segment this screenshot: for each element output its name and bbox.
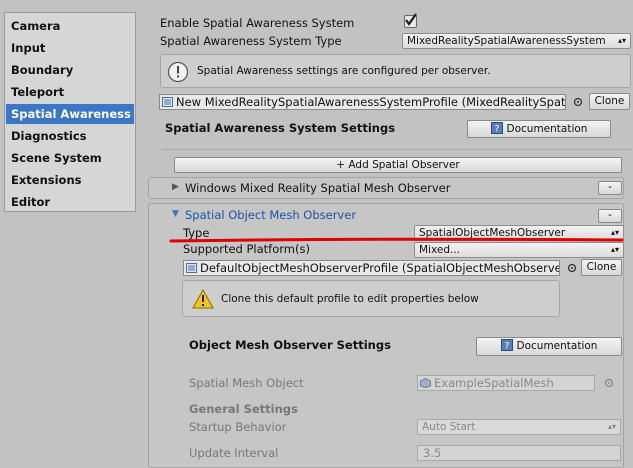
supported-platforms-label: Supported Platform(s) bbox=[183, 242, 310, 256]
sidebar-item-scene-system[interactable]: Scene System bbox=[6, 148, 134, 168]
documentation-icon: ? bbox=[500, 339, 513, 352]
system-settings-title: Spatial Awareness System Settings bbox=[165, 121, 396, 135]
svg-text:?: ? bbox=[504, 342, 509, 352]
system-type-dropdown[interactable]: MixedRealitySpatialAwarenessSystem ▴▾ bbox=[402, 33, 631, 49]
system-type-label: Spatial Awareness System Type bbox=[160, 34, 342, 48]
collapse-arrow-icon[interactable]: ▼ bbox=[172, 209, 179, 219]
inspector-panel: Enable Spatial Awareness System Spatial … bbox=[140, 8, 633, 468]
observer-documentation-button[interactable]: ? Documentation bbox=[476, 337, 622, 356]
system-profile-value: New MixedRealitySpatialAwarenessSystemPr… bbox=[176, 95, 566, 109]
update-interval-field[interactable]: 3.5 bbox=[417, 445, 621, 461]
observer-profile-clone-button[interactable]: Clone bbox=[581, 259, 622, 276]
remove-observer-button[interactable]: - bbox=[598, 181, 622, 195]
system-documentation-button[interactable]: ? Documentation bbox=[467, 120, 611, 138]
startup-behavior-value: Auto Start bbox=[422, 421, 476, 433]
profile-asset-icon bbox=[162, 97, 173, 107]
sidebar-item-editor[interactable]: Editor bbox=[6, 192, 134, 212]
sidebar-item-diagnostics[interactable]: Diagnostics bbox=[6, 126, 134, 146]
observer-name[interactable]: Spatial Object Mesh Observer bbox=[185, 208, 356, 222]
observer-section-collapsed: ▶ Windows Mixed Reality Spatial Mesh Obs… bbox=[148, 177, 624, 199]
startup-behavior-label: Startup Behavior bbox=[189, 420, 287, 434]
object-mesh-settings-title: Object Mesh Observer Settings bbox=[189, 338, 391, 352]
warning-helpbox: Clone this default profile to edit prope… bbox=[182, 280, 560, 317]
observer-profile-value: DefaultObjectMeshObserverProfile (Spatia… bbox=[200, 261, 560, 275]
warning-text: Clone this default profile to edit prope… bbox=[221, 293, 479, 305]
sidebar-item-teleport[interactable]: Teleport bbox=[6, 82, 134, 102]
divider bbox=[162, 149, 632, 150]
system-type-value: MixedRealitySpatialAwarenessSystem bbox=[407, 35, 606, 47]
expand-arrow-icon[interactable]: ▶ bbox=[172, 182, 179, 192]
info-text: Spatial Awareness settings are configure… bbox=[197, 65, 491, 77]
svg-text:?: ? bbox=[494, 125, 499, 135]
observer-section-expanded: ▼ Spatial Object Mesh Observer - Type Sp… bbox=[148, 203, 624, 468]
spatial-mesh-object-label: Spatial Mesh Object bbox=[189, 376, 304, 390]
object-picker-icon[interactable] bbox=[573, 97, 583, 107]
spatial-mesh-object-value: ExampleSpatialMesh bbox=[434, 376, 554, 390]
profile-asset-icon bbox=[186, 263, 197, 273]
info-icon bbox=[167, 61, 189, 83]
documentation-icon: ? bbox=[490, 122, 503, 135]
startup-behavior-dropdown[interactable]: Auto Start ▴▾ bbox=[417, 419, 621, 435]
enable-system-label: Enable Spatial Awareness System bbox=[160, 16, 355, 30]
object-picker-icon[interactable] bbox=[604, 378, 614, 388]
system-profile-field[interactable]: New MixedRealitySpatialAwarenessSystemPr… bbox=[159, 94, 566, 110]
enable-system-checkbox[interactable] bbox=[404, 13, 417, 28]
warning-icon bbox=[192, 289, 214, 309]
sidebar-item-boundary[interactable]: Boundary bbox=[6, 60, 134, 80]
observer-name[interactable]: Windows Mixed Reality Spatial Mesh Obser… bbox=[185, 181, 450, 195]
documentation-label: Documentation bbox=[516, 340, 598, 352]
sidebar-item-extensions[interactable]: Extensions bbox=[6, 170, 134, 190]
add-spatial-observer-button[interactable]: + Add Spatial Observer bbox=[174, 157, 622, 173]
dropdown-arrow-icon: ▴▾ bbox=[610, 245, 619, 254]
spatial-mesh-object-field[interactable]: ExampleSpatialMesh bbox=[417, 375, 595, 391]
update-interval-label: Update Interval bbox=[189, 446, 279, 460]
dropdown-arrow-icon: ▴▾ bbox=[617, 36, 626, 45]
annotation-underline bbox=[169, 237, 624, 243]
supported-platforms-value: Mixed... bbox=[419, 244, 461, 256]
remove-observer-button[interactable]: - bbox=[598, 209, 622, 223]
info-helpbox: Spatial Awareness settings are configure… bbox=[160, 54, 631, 88]
system-profile-clone-button[interactable]: Clone bbox=[589, 93, 630, 110]
sidebar-item-spatial-awareness[interactable]: Spatial Awareness bbox=[6, 104, 134, 124]
dropdown-arrow-icon: ▴▾ bbox=[607, 422, 616, 431]
object-picker-icon[interactable] bbox=[567, 263, 577, 273]
general-settings-heading: General Settings bbox=[189, 402, 298, 416]
mesh-icon bbox=[420, 378, 431, 388]
documentation-label: Documentation bbox=[506, 123, 588, 135]
observer-profile-field[interactable]: DefaultObjectMeshObserverProfile (Spatia… bbox=[183, 260, 560, 276]
checkmark-icon bbox=[405, 13, 417, 26]
sidebar-item-camera[interactable]: Camera bbox=[6, 16, 134, 36]
settings-sidebar: Camera Input Boundary Teleport Spatial A… bbox=[4, 12, 136, 212]
sidebar-item-input[interactable]: Input bbox=[6, 38, 134, 58]
supported-platforms-dropdown[interactable]: Mixed... ▴▾ bbox=[414, 242, 624, 258]
